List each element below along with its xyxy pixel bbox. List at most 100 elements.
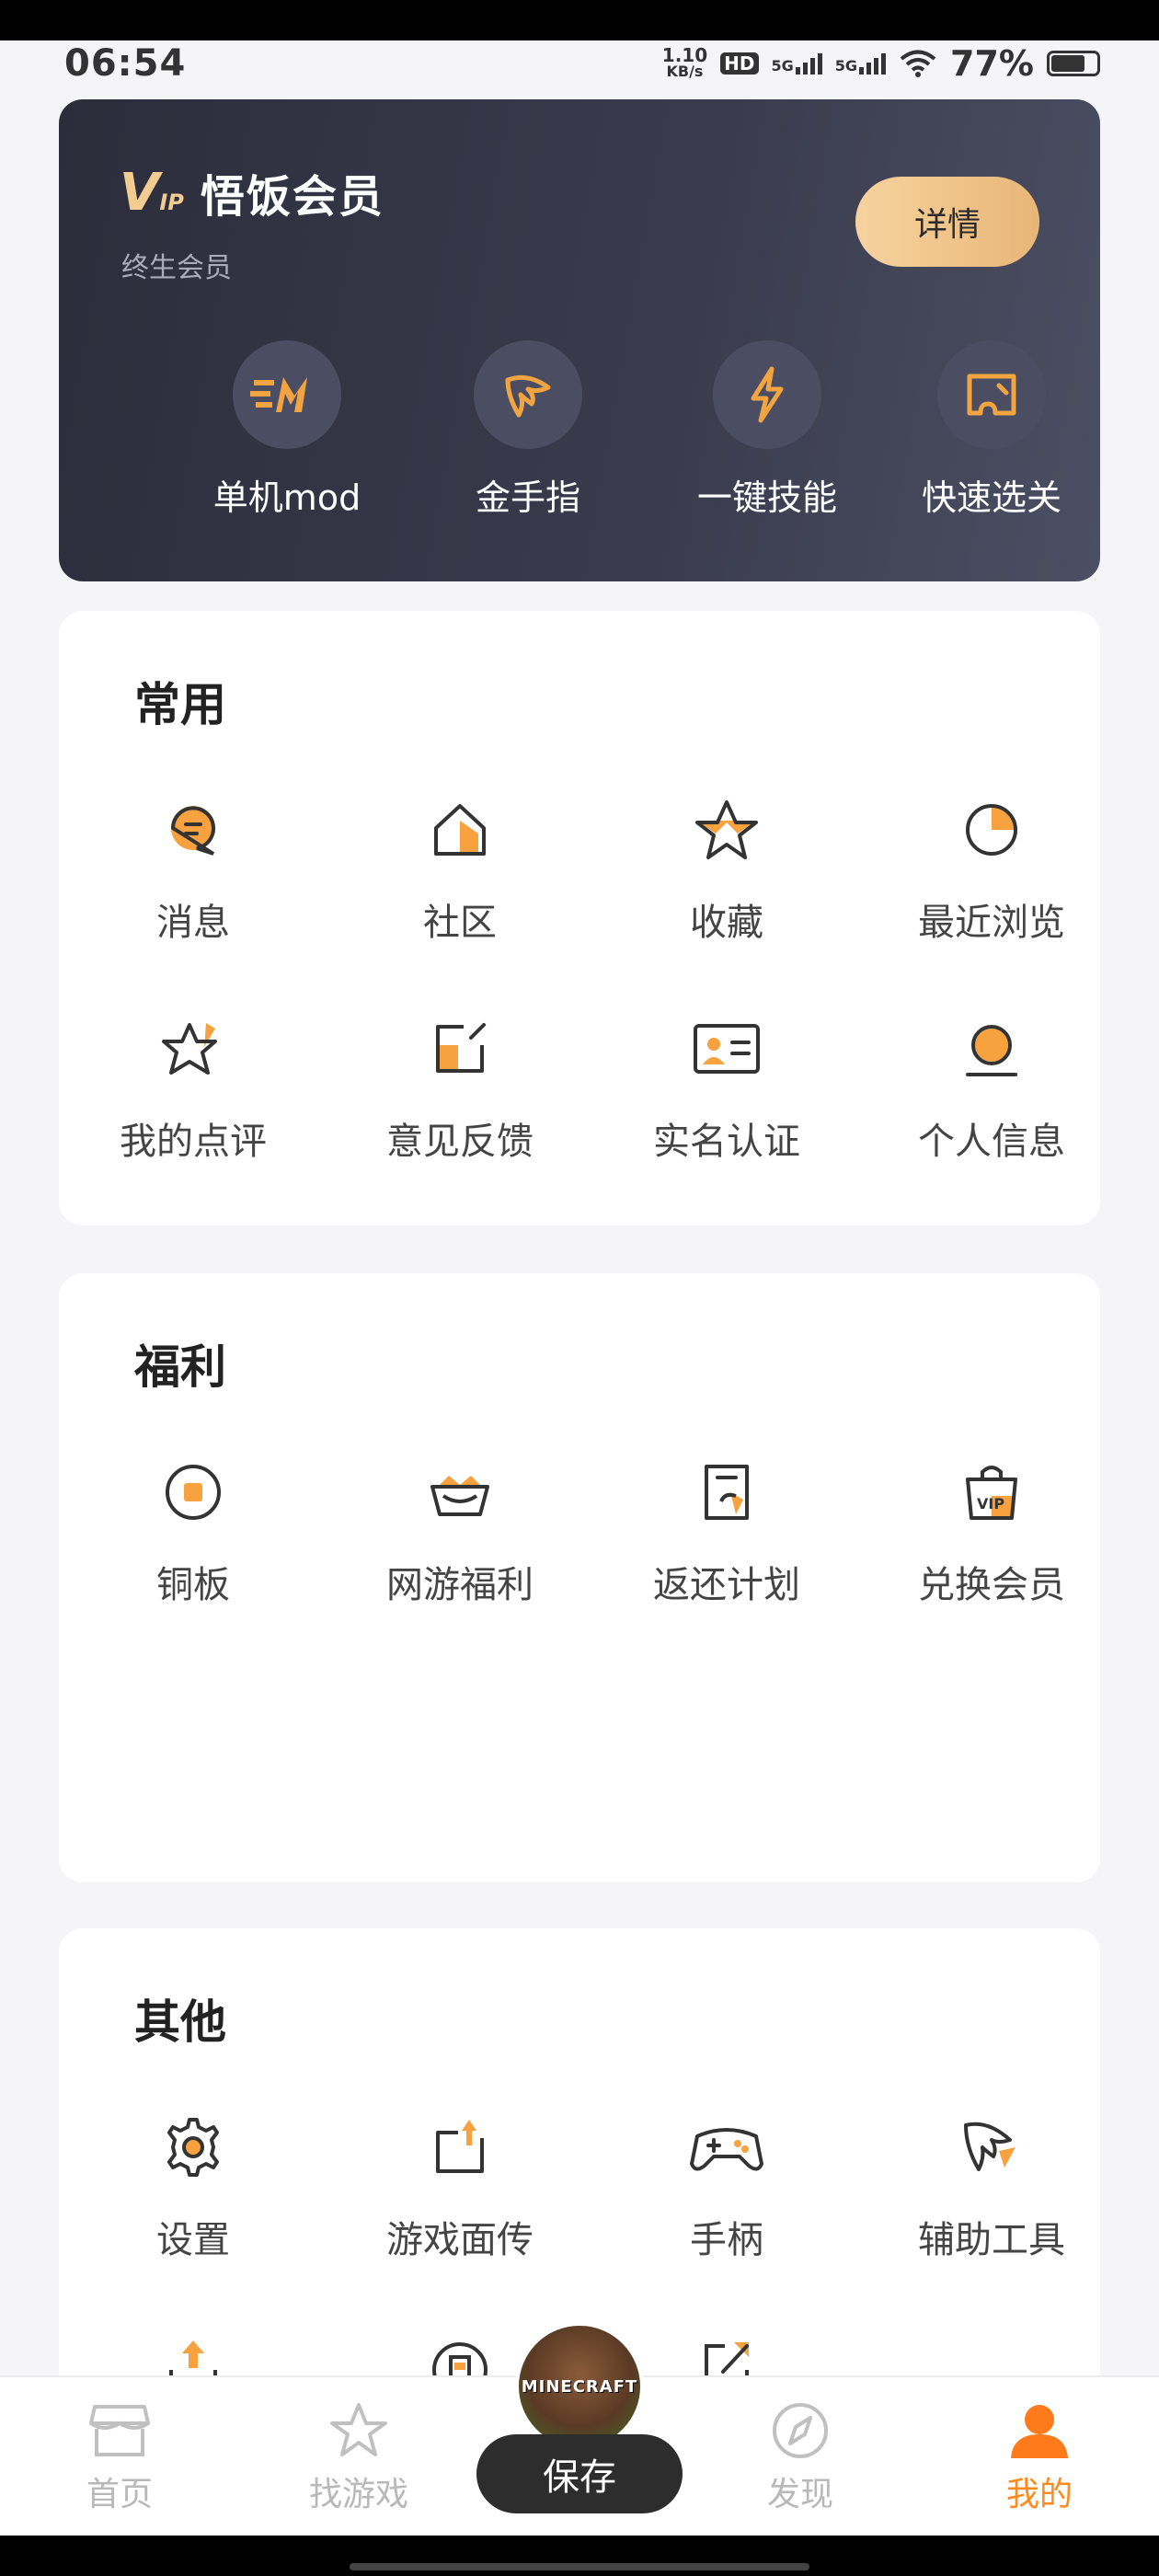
wing-icon bbox=[474, 340, 582, 449]
network-speed-unit: KB/s bbox=[666, 63, 704, 80]
vip-feature-cheat[interactable]: 金手指 bbox=[427, 340, 629, 520]
grid-item-vip-exchange[interactable]: VIP 兑换会员 bbox=[872, 1452, 1111, 1608]
vip-feature-skill[interactable]: 一键技能 bbox=[666, 340, 868, 520]
signal-5g-icon-2: 5G bbox=[834, 52, 887, 75]
grid-item-online-welfare[interactable]: 网游福利 bbox=[340, 1452, 580, 1608]
grid-item-tools[interactable]: 辅助工具 bbox=[872, 2107, 1111, 2263]
hd-icon: HD bbox=[720, 52, 759, 75]
battery-icon bbox=[1047, 51, 1100, 76]
review-star-icon bbox=[153, 1008, 234, 1089]
vip-feature-label: 金手指 bbox=[475, 477, 580, 518]
center-game-button[interactable]: MINECRAFT bbox=[515, 2322, 644, 2451]
welfare-title: 福利 bbox=[134, 1340, 226, 1394]
vip-feature-level[interactable]: 快速选关 bbox=[890, 340, 1093, 520]
user-icon bbox=[1011, 2405, 1068, 2458]
upload-box-icon bbox=[419, 2107, 500, 2188]
vip-logo-mark: VIP bbox=[120, 162, 184, 223]
grid-item-game-transfer[interactable]: 游戏面传 bbox=[340, 2107, 580, 2263]
svg-text:VIP: VIP bbox=[977, 1495, 1004, 1512]
message-icon bbox=[153, 789, 234, 870]
vip-title: 悟饭会员 bbox=[200, 171, 384, 223]
battery-percent: 77% bbox=[950, 43, 1034, 84]
grid-item-label: 辅助工具 bbox=[918, 2219, 1065, 2261]
grid-item-recent[interactable]: 最近浏览 bbox=[872, 789, 1111, 946]
grid-item-label: 最近浏览 bbox=[918, 902, 1065, 944]
coin-icon bbox=[153, 1452, 234, 1533]
vip-subtitle: 终生会员 bbox=[121, 252, 232, 284]
grid-item-label: 意见反馈 bbox=[386, 1121, 534, 1163]
grid-item-favorite[interactable]: 收藏 bbox=[607, 789, 846, 946]
grid-item-label: 返还计划 bbox=[653, 1564, 800, 1606]
grid-item-realname[interactable]: 实名认证 bbox=[607, 1008, 846, 1165]
grid-item-label: 我的点评 bbox=[120, 1121, 267, 1163]
star-outline-icon bbox=[330, 2403, 387, 2456]
nav-item-discover[interactable]: 发现 bbox=[717, 2401, 883, 2515]
grid-item-review[interactable]: 我的点评 bbox=[74, 1008, 313, 1165]
profile-icon bbox=[951, 1008, 1032, 1089]
feedback-icon bbox=[419, 1008, 500, 1089]
grid-item-label: 兑换会员 bbox=[918, 1564, 1065, 1606]
gesture-handle[interactable] bbox=[350, 2563, 809, 2570]
nav-label: 找游戏 bbox=[308, 2476, 408, 2513]
clock-pie-icon bbox=[951, 789, 1032, 870]
store-icon bbox=[89, 2405, 150, 2456]
grid-item-message[interactable]: 消息 bbox=[74, 789, 313, 946]
grid-item-label: 消息 bbox=[156, 902, 230, 944]
grid-item-gamepad[interactable]: 手柄 bbox=[607, 2107, 846, 2263]
nav-item-home[interactable]: 首页 bbox=[37, 2401, 202, 2515]
grid-item-label: 游戏面传 bbox=[386, 2219, 534, 2261]
grid-item-label: 实名认证 bbox=[653, 1121, 800, 1163]
save-button[interactable]: 保存 bbox=[476, 2434, 683, 2513]
nav-item-find-games[interactable]: 找游戏 bbox=[276, 2401, 442, 2515]
vip-card[interactable]: VIP 悟饭会员 终生会员 详情 单机mod 金手指 一键技能 快速选关 bbox=[59, 99, 1100, 581]
grid-item-feedback[interactable]: 意见反馈 bbox=[340, 1008, 580, 1165]
signal-5g-icon-1: 5G bbox=[772, 52, 822, 75]
home-icon bbox=[419, 789, 500, 870]
crown-box-icon bbox=[419, 1452, 500, 1533]
center-game-logo: MINECRAFT bbox=[521, 2376, 638, 2397]
mod-icon bbox=[233, 340, 341, 449]
nav-label: 我的 bbox=[1005, 2476, 1073, 2513]
grid-item-label: 手柄 bbox=[690, 2219, 763, 2261]
vip-feature-label: 一键技能 bbox=[696, 477, 837, 518]
gear-icon bbox=[153, 2107, 234, 2188]
ticket-icon bbox=[937, 340, 1046, 449]
common-title: 常用 bbox=[134, 678, 226, 731]
grid-item-label: 个人信息 bbox=[918, 1121, 1065, 1163]
wifi-icon bbox=[900, 50, 936, 77]
vip-feature-label: 快速选关 bbox=[921, 477, 1061, 518]
grid-item-coin[interactable]: 铜板 bbox=[74, 1452, 313, 1608]
star-icon bbox=[686, 789, 767, 870]
top-black-bar bbox=[0, 0, 1159, 40]
vip-bag-icon: VIP bbox=[951, 1452, 1032, 1533]
grid-item-settings[interactable]: 设置 bbox=[74, 2107, 313, 2263]
gamepad-icon bbox=[686, 2107, 767, 2188]
others-title: 其他 bbox=[134, 1995, 226, 2049]
sim2-label: 5G bbox=[834, 57, 858, 75]
grid-item-label: 网游福利 bbox=[386, 1564, 534, 1606]
refund-icon bbox=[686, 1452, 767, 1533]
vip-feature-mod[interactable]: 单机mod bbox=[186, 340, 388, 520]
welfare-card: 福利 铜板 网游福利 返还计划 VIP 兑换会员 bbox=[59, 1273, 1100, 1882]
status-time: 06:54 bbox=[64, 42, 187, 85]
sim1-label: 5G bbox=[771, 57, 794, 75]
grid-item-community[interactable]: 社区 bbox=[340, 789, 580, 946]
common-card: 常用 消息 社区 收藏 最近浏览 我的点评 意见反馈 实名认证 个人信息 bbox=[59, 611, 1100, 1225]
network-speed: 1.10 KB/s bbox=[661, 44, 708, 80]
tool-wing-icon bbox=[951, 2107, 1032, 2188]
grid-item-label: 铜板 bbox=[156, 1564, 230, 1606]
vip-feature-label: 单机mod bbox=[212, 477, 361, 518]
network-speed-value: 1.10 bbox=[661, 44, 708, 66]
status-bar: 06:54 1.10 KB/s HD 5G 5G 77% bbox=[0, 40, 1159, 86]
nav-label: 发现 bbox=[766, 2476, 833, 2513]
grid-item-label: 收藏 bbox=[690, 902, 763, 944]
nav-item-mine[interactable]: 我的 bbox=[957, 2401, 1122, 2515]
vip-detail-button[interactable]: 详情 bbox=[855, 177, 1039, 267]
grid-item-profile[interactable]: 个人信息 bbox=[872, 1008, 1111, 1165]
id-card-icon bbox=[686, 1008, 767, 1089]
status-icons: 1.10 KB/s HD 5G 5G 77% bbox=[662, 43, 1100, 84]
grid-item-refund[interactable]: 返还计划 bbox=[607, 1452, 846, 1608]
grid-item-label: 社区 bbox=[423, 902, 497, 944]
compass-icon bbox=[773, 2403, 828, 2458]
gesture-bar bbox=[0, 2536, 1159, 2576]
